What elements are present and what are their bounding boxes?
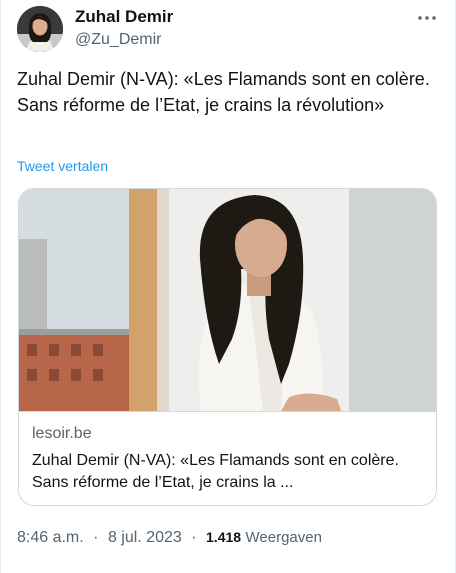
more-dots-icon[interactable]	[415, 6, 439, 30]
author-handle[interactable]: @Zu_Demir	[75, 30, 173, 50]
card-domain: lesoir.be	[32, 425, 92, 442]
card-title: Zuhal Demir (N-VA): «Les Flamands sont e…	[32, 452, 399, 491]
author-names: Zuhal Demir @Zu_Demir	[75, 7, 173, 50]
meta-separator: ·	[191, 529, 197, 546]
translate-tweet-link[interactable]: Tweet vertalen	[17, 157, 108, 175]
tweet: Zuhal Demir @Zu_Demir Zuhal Demir (N-VA)…	[0, 0, 456, 573]
tweet-time[interactable]: 8:46 a.m.	[17, 529, 84, 546]
tweet-date[interactable]: 8 jul. 2023	[108, 529, 182, 546]
views-label: Weergaven	[245, 529, 322, 546]
card-image	[19, 189, 436, 411]
meta-separator: ·	[93, 529, 99, 546]
tweet-text: Zuhal Demir (N-VA): «Les Flamands sont e…	[17, 69, 430, 115]
tweet-header: Zuhal Demir @Zu_Demir	[17, 6, 441, 54]
link-card[interactable]: lesoir.be Zuhal Demir (N-VA): «Les Flama…	[18, 188, 437, 506]
card-meta: lesoir.be Zuhal Demir (N-VA): «Les Flama…	[19, 411, 436, 505]
view-count: 1.418	[206, 529, 242, 545]
tweet-meta: 8:46 a.m. · 8 jul. 2023 · 1.418 Weergave…	[17, 527, 322, 548]
author-display-name[interactable]: Zuhal Demir	[75, 7, 173, 27]
avatar[interactable]	[17, 6, 63, 52]
